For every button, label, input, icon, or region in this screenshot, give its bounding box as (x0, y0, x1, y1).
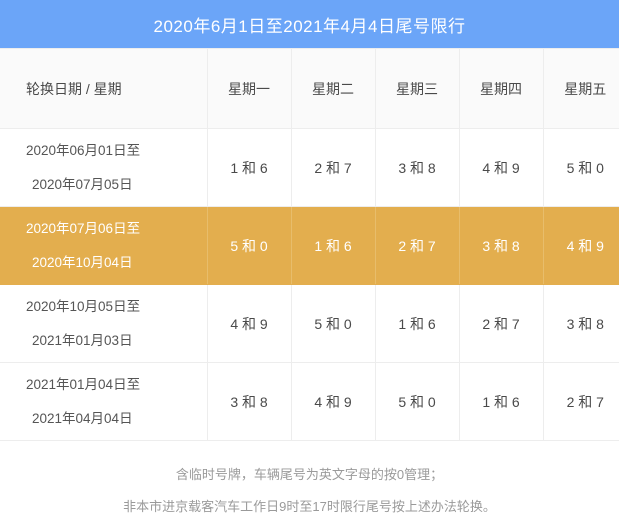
cell-tuesday: 4 和 9 (291, 362, 376, 441)
cell-tuesday: 5 和 0 (291, 284, 376, 363)
cell-thursday: 1 和 6 (459, 362, 544, 441)
cell-wednesday: 1 和 6 (375, 284, 460, 363)
column-header-date: 轮换日期 / 星期 (0, 48, 208, 129)
cell-friday: 5 和 0 (543, 128, 619, 207)
column-header-wednesday: 星期三 (375, 48, 460, 129)
date-range-start: 2021年01月04日至 (26, 376, 141, 392)
cell-friday: 4 和 9 (543, 206, 619, 285)
footnote-non-local-vehicles: 非本市进京载客汽车工作日9时至17时限行尾号按上述办法轮换。 (123, 499, 496, 514)
cell-monday: 3 和 8 (207, 362, 292, 441)
column-header-monday: 星期一 (207, 48, 292, 129)
date-range-start: 2020年07月06日至 (26, 220, 141, 236)
table-row: 2021年01月04日至 2021年04月04日 3 和 8 4 和 9 5 和… (0, 362, 619, 441)
cell-friday: 2 和 7 (543, 362, 619, 441)
limit-schedule-page: 2020年6月1日至2021年4月4日尾号限行 轮换日期 / 星期 星期一 星期… (0, 0, 619, 514)
cell-tuesday: 2 和 7 (291, 128, 376, 207)
cell-thursday: 3 和 8 (459, 206, 544, 285)
cell-wednesday: 3 和 8 (375, 128, 460, 207)
table-row: 2020年10月05日至 2021年01月03日 4 和 9 5 和 0 1 和… (0, 284, 619, 363)
page-title-banner: 2020年6月1日至2021年4月4日尾号限行 (0, 0, 619, 48)
schedule-table: 轮换日期 / 星期 星期一 星期二 星期三 星期四 星期五 2020年06月01… (0, 48, 619, 441)
cell-tuesday: 1 和 6 (291, 206, 376, 285)
cell-wednesday: 2 和 7 (375, 206, 460, 285)
date-range-end: 2020年07月05日 (32, 176, 133, 192)
footnotes: 含临时号牌，车辆尾号为英文字母的按0管理； 非本市进京载客汽车工作日9时至17时… (0, 441, 619, 523)
cell-monday: 5 和 0 (207, 206, 292, 285)
column-header-thursday: 星期四 (459, 48, 544, 129)
table-header: 轮换日期 / 星期 星期一 星期二 星期三 星期四 星期五 (0, 48, 619, 129)
cell-thursday: 2 和 7 (459, 284, 544, 363)
date-range-end: 2021年04月04日 (32, 410, 133, 426)
date-range-end: 2020年10月04日 (32, 254, 133, 270)
date-range-start: 2020年06月01日至 (26, 142, 141, 158)
footnote-temporary-plate: 含临时号牌，车辆尾号为英文字母的按0管理； (175, 467, 444, 482)
schedule-table-container: 轮换日期 / 星期 星期一 星期二 星期三 星期四 星期五 2020年06月01… (0, 48, 619, 441)
table-header-row: 轮换日期 / 星期 星期一 星期二 星期三 星期四 星期五 (0, 48, 619, 129)
table-row: 2020年06月01日至 2020年07月05日 1 和 6 2 和 7 3 和… (0, 128, 619, 207)
cell-friday: 3 和 8 (543, 284, 619, 363)
cell-monday: 4 和 9 (207, 284, 292, 363)
row-date-range: 2020年10月05日至 2021年01月03日 (0, 284, 208, 363)
page-title: 2020年6月1日至2021年4月4日尾号限行 (153, 16, 466, 36)
cell-thursday: 4 和 9 (459, 128, 544, 207)
date-range-end: 2021年01月03日 (32, 332, 133, 348)
cell-monday: 1 和 6 (207, 128, 292, 207)
row-date-range: 2020年06月01日至 2020年07月05日 (0, 128, 208, 207)
column-header-friday: 星期五 (543, 48, 619, 129)
table-body: 2020年06月01日至 2020年07月05日 1 和 6 2 和 7 3 和… (0, 128, 619, 441)
column-header-tuesday: 星期二 (291, 48, 376, 129)
cell-wednesday: 5 和 0 (375, 362, 460, 441)
table-row-highlighted: 2020年07月06日至 2020年10月04日 5 和 0 1 和 6 2 和… (0, 206, 619, 285)
date-range-start: 2020年10月05日至 (26, 298, 141, 314)
row-date-range: 2020年07月06日至 2020年10月04日 (0, 206, 208, 285)
row-date-range: 2021年01月04日至 2021年04月04日 (0, 362, 208, 441)
